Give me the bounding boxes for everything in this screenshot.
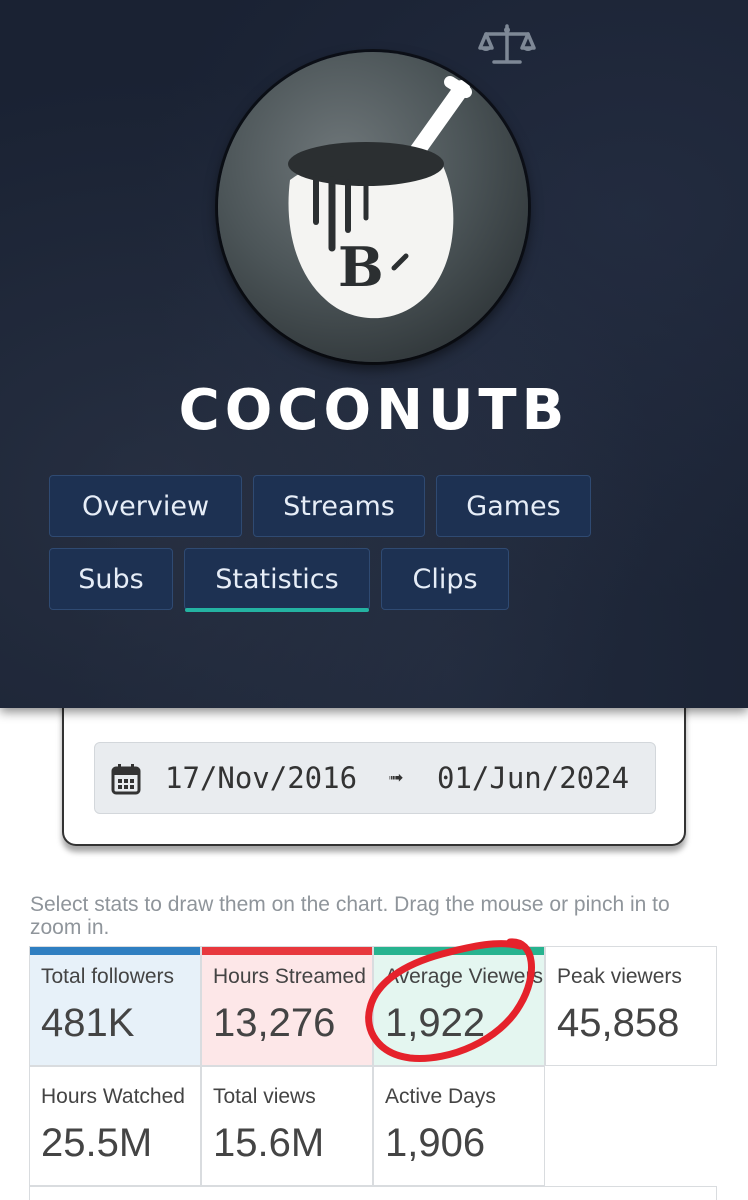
- stat-hours-watched[interactable]: Hours Watched 25.5M: [29, 1066, 201, 1186]
- stat-label: Hours Watched: [41, 1085, 185, 1108]
- date-to: 01/Jun/2024: [437, 761, 630, 795]
- stat-value: 25.5M: [41, 1121, 153, 1165]
- channel-header: B COCONUTB Overview Streams Games Subs S…: [0, 0, 748, 708]
- calendar-icon: [111, 764, 141, 795]
- stat-average-viewers[interactable]: Average Viewers 1,922: [373, 946, 545, 1066]
- tab-streams[interactable]: Streams: [253, 475, 425, 537]
- stat-selected-bar: [30, 947, 200, 955]
- stat-value: 481K: [41, 1001, 135, 1045]
- date-from: 17/Nov/2016: [165, 761, 358, 795]
- stat-label: Peak viewers: [557, 965, 682, 988]
- stat-value: 1,906: [385, 1121, 486, 1165]
- stat-value: 13,276: [213, 1001, 336, 1045]
- stat-hours-streamed[interactable]: Hours Streamed 13,276: [201, 946, 373, 1066]
- stat-active-days[interactable]: Active Days 1,906: [373, 1066, 545, 1186]
- date-range-picker[interactable]: 17/Nov/2016 ➟ 01/Jun/2024: [94, 742, 656, 814]
- stat-label: Hours Streamed: [213, 965, 366, 988]
- channel-avatar[interactable]: B: [218, 52, 528, 362]
- tab-clips[interactable]: Clips: [381, 548, 509, 610]
- date-arrow: ➟: [389, 764, 404, 792]
- tab-subs[interactable]: Subs: [49, 548, 173, 610]
- date-range-card: 17/Nov/2016 ➟ 01/Jun/2024: [62, 690, 686, 846]
- chart-hint: Select stats to draw them on the chart. …: [30, 893, 670, 939]
- stat-label: Total followers: [41, 965, 175, 988]
- tab-statistics[interactable]: Statistics: [184, 548, 370, 612]
- stat-label: Active Days: [385, 1085, 496, 1108]
- tab-overview[interactable]: Overview: [49, 475, 242, 537]
- channel-name: COCONUTB: [178, 378, 570, 443]
- stat-label: Average Viewers: [385, 965, 543, 988]
- stat-label: Total views: [213, 1085, 316, 1108]
- stat-value: 45,858: [557, 1001, 680, 1045]
- stat-selected-bar: [374, 947, 544, 955]
- stat-value: 15.6M: [213, 1121, 325, 1165]
- stat-selected-bar: [202, 947, 372, 955]
- stats-grid-next-row: [29, 1186, 717, 1200]
- avatar-letter: B: [338, 235, 384, 299]
- scale-icon[interactable]: [478, 22, 536, 66]
- tab-games[interactable]: Games: [436, 475, 591, 537]
- stat-total-views[interactable]: Total views 15.6M: [201, 1066, 373, 1186]
- stat-peak-viewers[interactable]: Peak viewers 45,858: [545, 946, 717, 1066]
- stat-total-followers[interactable]: Total followers 481K: [29, 946, 201, 1066]
- stat-value: 1,922: [385, 1001, 486, 1045]
